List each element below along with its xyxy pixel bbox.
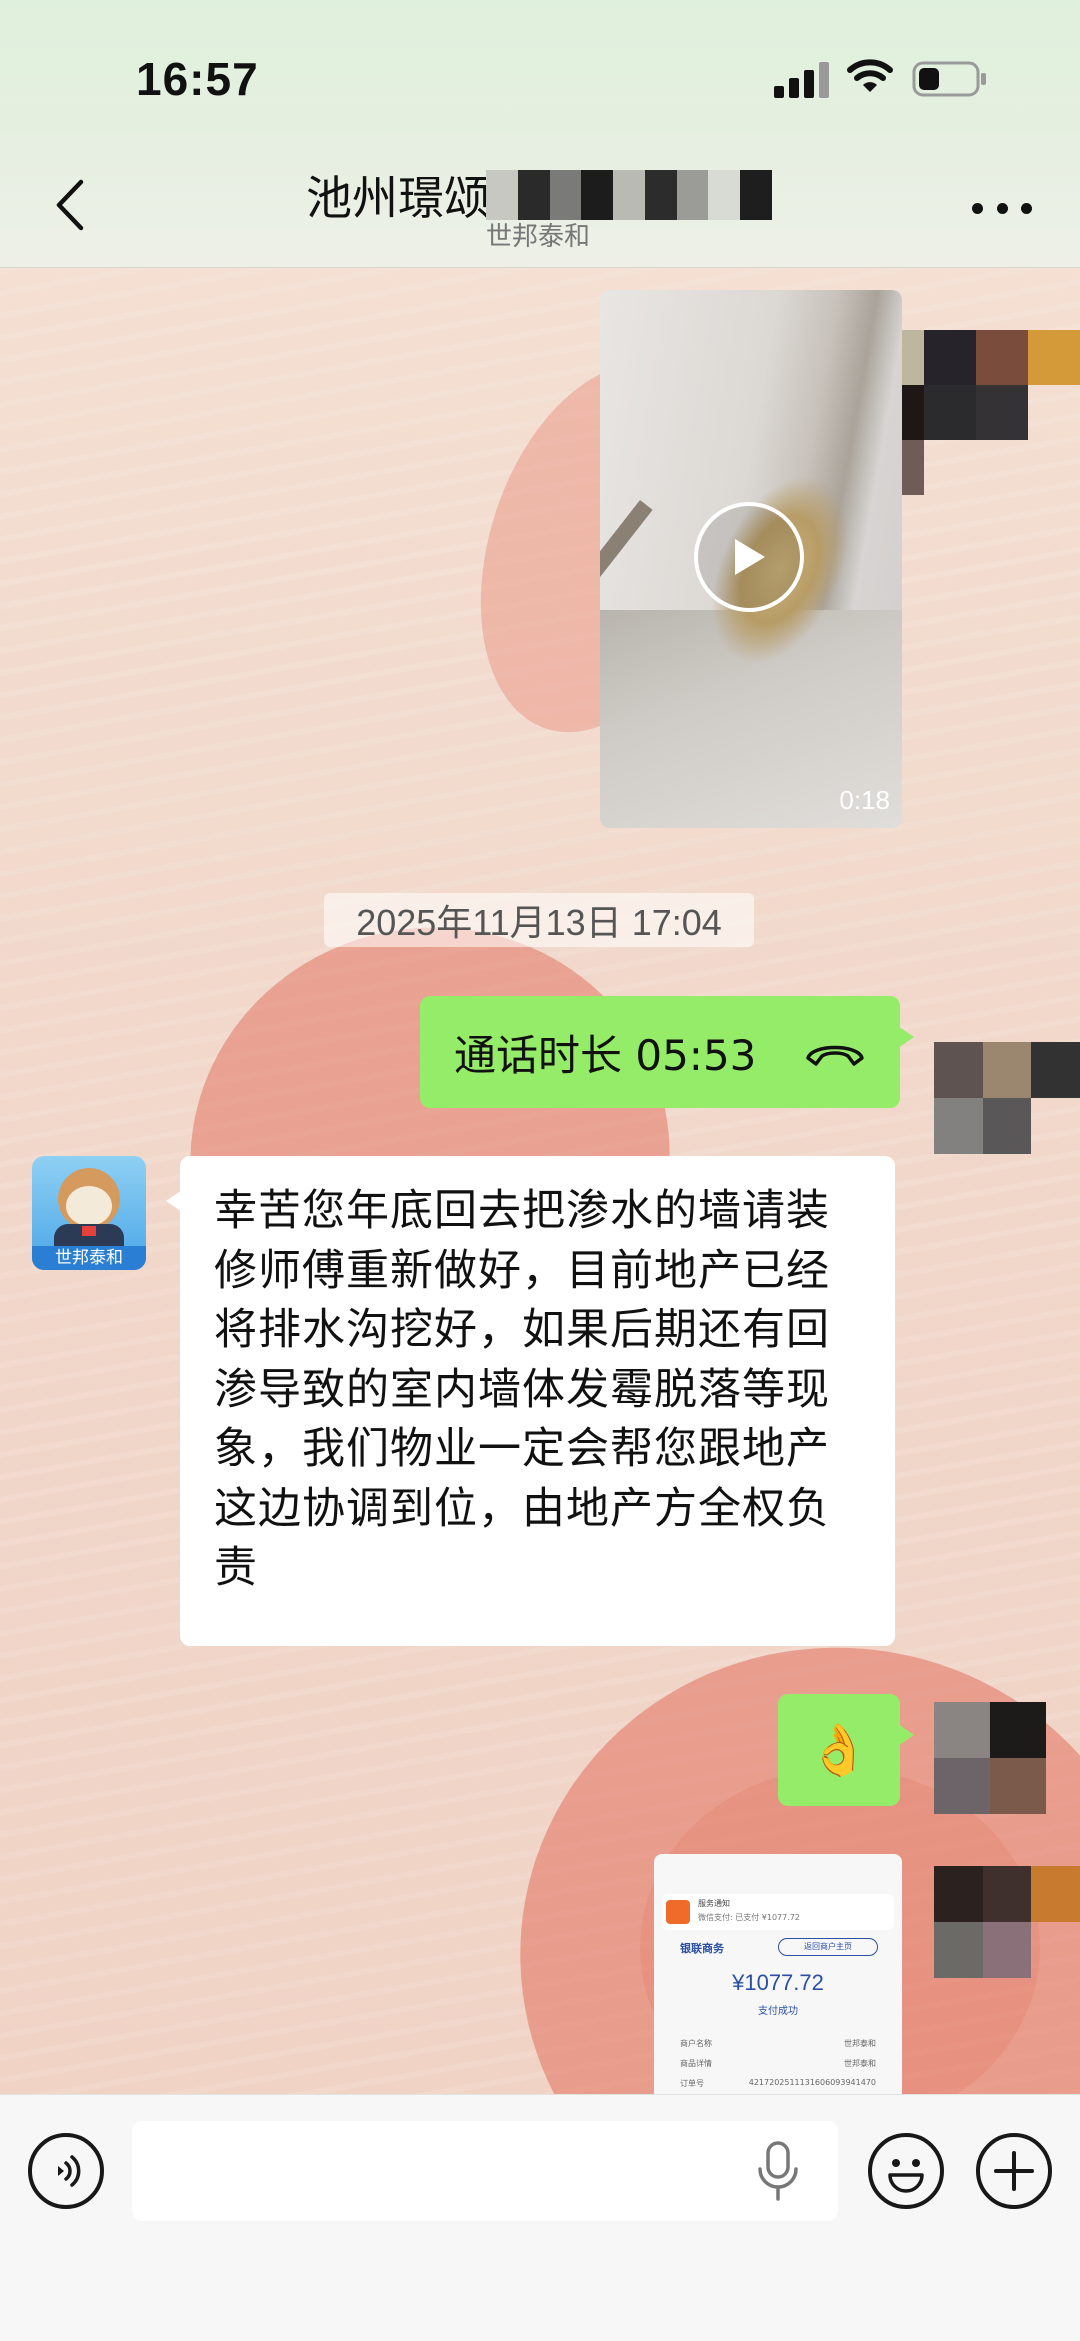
- emoji-message[interactable]: 👌: [778, 1694, 914, 1806]
- avatar[interactable]: 世邦泰和: [32, 1156, 146, 1270]
- video-duration: 0:18: [839, 785, 890, 815]
- receipt-amount: ¥1077.72: [732, 1970, 824, 1995]
- receipt-brand: 银联商务: [680, 1942, 724, 1955]
- avatar[interactable]: [934, 1702, 1046, 1814]
- microphone-icon[interactable]: [756, 2141, 800, 2201]
- status-time: 16:57: [136, 53, 259, 105]
- video-message[interactable]: 0:18: [600, 290, 902, 828]
- emoji-button[interactable]: [868, 2133, 944, 2209]
- plus-icon: [994, 2151, 1034, 2191]
- receipt-image-message[interactable]: 服务通知 微信支付: 已支付 ¥1077.72 银联商务 返回商户主页 ¥107…: [654, 1854, 902, 2094]
- avatar[interactable]: [934, 1042, 1080, 1154]
- chat-title: 池州璟颂: [306, 171, 490, 225]
- receipt-link: 返回商户主页: [778, 1938, 878, 1956]
- receipt-row: 商品详情 世邦泰和: [680, 2059, 876, 2068]
- back-button[interactable]: [40, 170, 100, 240]
- notice-line: 微信支付: 已支付 ¥1077.72: [698, 1913, 800, 1922]
- message-text: 幸苦您年底回去把渗水的墙请装修师傅重新做好，目前地产已经将排水沟挖好，如果后期还…: [214, 1186, 830, 1593]
- chat-header: 16:57 池州璟颂 世邦泰和: [0, 0, 1080, 268]
- call-record-message[interactable]: 通话时长 05:53: [420, 996, 914, 1108]
- message-timestamp: 2025年11月13日 17:04: [324, 893, 754, 947]
- receipt-row: 商户名称 世邦泰和: [680, 2039, 876, 2048]
- cellular-signal-icon: [774, 60, 830, 98]
- play-button[interactable]: [694, 502, 804, 612]
- redacted-title-mosaic: [486, 170, 773, 220]
- emoji-icon: [888, 2159, 924, 2193]
- avatar[interactable]: [934, 1866, 1080, 1978]
- battery-icon: [912, 61, 986, 97]
- notice-icon: [666, 1900, 690, 1924]
- more-options-button[interactable]: [972, 196, 1032, 220]
- notice-title: 服务通知: [698, 1899, 730, 1908]
- voice-input-icon: [58, 2155, 81, 2187]
- play-icon: [735, 539, 765, 575]
- receipt-row: 订单号 4217202511131606093941470: [680, 2078, 876, 2088]
- message-input[interactable]: [132, 2121, 838, 2221]
- incoming-text-message[interactable]: 幸苦您年底回去把渗水的墙请装修师傅重新做好，目前地产已经将排水沟挖好，如果后期还…: [166, 1156, 895, 1646]
- more-dots-icon: [972, 202, 983, 214]
- avatar-label: 世邦泰和: [32, 1246, 146, 1270]
- chat-input-bar: [0, 2094, 1080, 2341]
- call-duration-text: 通话时长 05:53: [454, 1030, 757, 1080]
- more-functions-button[interactable]: [976, 2133, 1052, 2209]
- receipt-status: 支付成功: [758, 2006, 798, 2017]
- voice-input-button[interactable]: [28, 2133, 104, 2209]
- ok-hand-emoji: 👌: [807, 1720, 871, 1779]
- chevron-left-icon: [56, 179, 84, 231]
- chat-subtitle: 世邦泰和: [486, 222, 591, 252]
- phone-hangup-icon: [806, 1045, 864, 1066]
- wifi-icon: [847, 59, 893, 92]
